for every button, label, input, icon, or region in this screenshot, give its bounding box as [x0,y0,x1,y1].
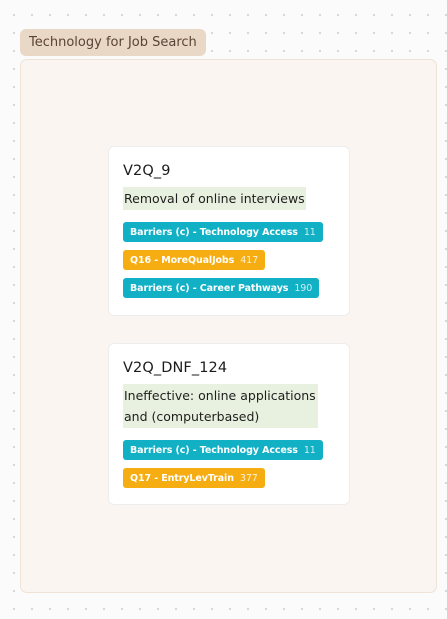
quote-card[interactable]: V2Q_9 Removal of online interviews Barri… [108,146,350,316]
code-tag-count: 11 [303,226,316,238]
quote-card[interactable]: V2Q_DNF_124 Ineffective: online applicat… [108,343,350,505]
code-tag[interactable]: Barriers (c) - Career Pathways 190 [123,278,320,298]
code-tag[interactable]: Barriers (c) - Technology Access 11 [123,222,323,242]
quote-text: Removal of online interviews [123,187,306,210]
group-title[interactable]: Technology for Job Search [20,29,206,56]
code-tag-count: 11 [303,444,316,456]
quote-text: Ineffective: online applications and (co… [123,384,318,428]
code-tag-count: 377 [239,472,258,484]
group-container [20,59,437,593]
card-id: V2Q_9 [123,163,171,179]
code-tag-label: Barriers (c) - Career Pathways [130,282,289,294]
code-tag[interactable]: Q17 - EntryLevTrain 377 [123,468,265,488]
code-tag-label: Q16 - MoreQualJobs [130,254,235,266]
code-tag-count: 190 [294,282,313,294]
code-tag[interactable]: Q16 - MoreQualJobs 417 [123,250,266,270]
code-tag-count: 417 [240,254,259,266]
code-tag-list: Barriers (c) - Technology Access 11 Q16 … [123,222,335,298]
code-tag-label: Barriers (c) - Technology Access [130,226,298,238]
code-tag-list: Barriers (c) - Technology Access 11 Q17 … [123,440,335,488]
card-id: V2Q_DNF_124 [123,360,228,376]
code-tag-label: Barriers (c) - Technology Access [130,444,298,456]
code-tag[interactable]: Barriers (c) - Technology Access 11 [123,440,323,460]
code-tag-label: Q17 - EntryLevTrain [130,472,234,484]
